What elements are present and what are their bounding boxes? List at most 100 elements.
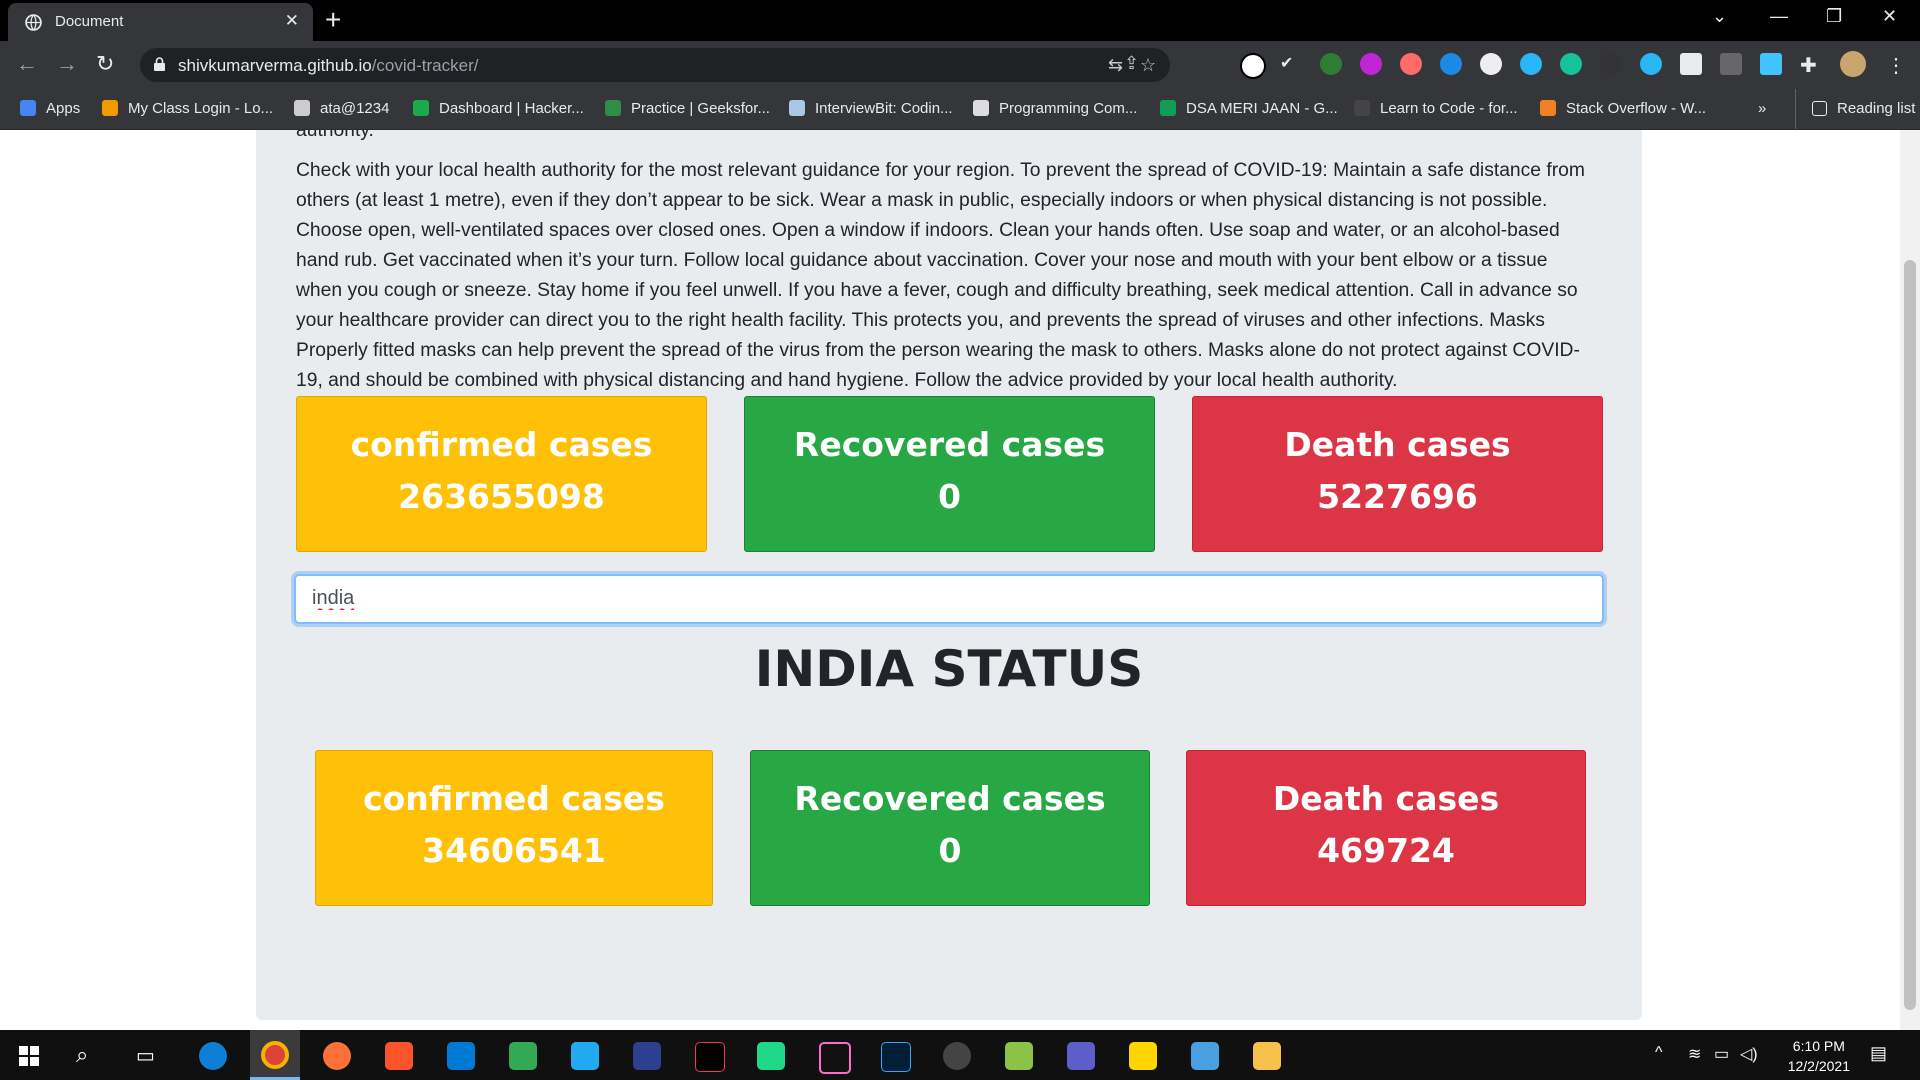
avatar[interactable] [1840,51,1866,77]
terminal-icon[interactable] [819,1042,851,1074]
battery-icon[interactable]: ▭ [1714,1044,1729,1064]
globe-icon [25,14,42,31]
bookmark-icon [294,100,310,116]
url-path: /covid-tracker/ [371,56,479,75]
check-extension-icon[interactable]: ✔ [1280,53,1302,75]
intellij-icon[interactable] [695,1042,725,1072]
photoshop-icon[interactable] [881,1042,911,1072]
bluestacks-icon[interactable] [1005,1042,1033,1070]
sticky-notes-icon[interactable] [1129,1042,1157,1070]
bookmark-item[interactable]: Dashboard | Hacker... [413,89,584,129]
pycharm-icon[interactable] [757,1042,785,1070]
extension-icon[interactable] [1720,53,1742,75]
clock-date: 12/2/2021 [1787,1058,1850,1074]
more-bookmarks-button[interactable]: » [1758,89,1766,129]
bookmark-item[interactable]: My Class Login - Lo... [102,89,273,129]
apps-icon [20,100,36,116]
share-icon[interactable]: ⇪ [1124,53,1139,74]
star-icon[interactable]: ☆ [1140,55,1156,76]
new-tab-button[interactable]: + [325,4,341,36]
lock-icon [154,57,165,71]
bookmark-item[interactable]: Practice | Geeksfor... [605,89,770,129]
reading-list-icon [1812,101,1827,116]
intro-text: authority. [296,130,374,141]
freecodecamp-icon [1354,100,1370,116]
puzzle-icon[interactable]: ✚ [1800,53,1822,77]
extension-icon[interactable] [1360,53,1382,75]
system-clock[interactable]: 6:10 PM 12/2/2021 [1788,1036,1850,1076]
country-search[interactable] [294,574,1604,624]
content-card: authority. Check with your local health … [256,130,1642,1020]
translate-icon[interactable]: ⇆ [1108,55,1123,76]
address-bar[interactable]: shivkumarverma.github.io/covid-tracker/ … [140,48,1170,82]
confirmed-value: 34606541 [422,831,606,870]
confirmed-label: confirmed cases [350,425,653,464]
reload-icon[interactable]: ↻ [96,51,114,77]
back-icon[interactable]: ← [16,51,38,77]
chrome-taskbar-button[interactable] [250,1030,300,1080]
grammarly-icon[interactable] [1560,53,1582,75]
country-search-input[interactable] [310,586,1514,611]
death-value: 5227696 [1317,477,1478,516]
extension-icon[interactable] [1480,53,1502,75]
brave-icon[interactable] [385,1042,413,1070]
volume-icon[interactable]: ◁) [1740,1044,1758,1064]
droplet-extension-icon[interactable] [1640,53,1662,75]
pen-extension-icon[interactable] [1760,53,1782,75]
tree-extension-icon[interactable] [1320,53,1342,75]
bookmark-item[interactable]: ata@1234 [294,89,389,129]
search-icon[interactable]: ⌕ [76,1042,88,1068]
forward-icon[interactable]: → [56,51,78,77]
edge-icon[interactable] [199,1042,227,1070]
country-death-card: Death cases 469724 [1186,750,1586,906]
extension-icon[interactable] [1600,53,1622,75]
minimize-button[interactable]: — [1770,6,1788,27]
tab-close-icon[interactable]: ✕ [285,11,299,31]
tray-chevron-icon[interactable]: ^ [1655,1044,1663,1062]
extension-icon[interactable] [1400,53,1422,75]
bookmark-item[interactable]: DSA MERI JAAN - G... [1160,89,1338,129]
google-drive-icon[interactable] [509,1042,537,1070]
bookmark-item[interactable]: Programming Com... [973,89,1137,129]
stackoverflow-icon [1540,100,1556,116]
dev-cpp-icon[interactable] [633,1042,661,1070]
task-view-icon[interactable]: ▭ [136,1043,155,1068]
tab-strip: Document ✕ + ⌄ — ❐ ✕ [0,0,1920,41]
snowflake-extension-icon[interactable] [1520,53,1542,75]
reading-list-button[interactable]: Reading list [1795,89,1915,129]
scrollbar-thumb[interactable] [1904,260,1916,1010]
tab-search-icon[interactable]: ⌄ [1712,6,1727,27]
death-value: 469724 [1317,831,1455,870]
virtualbox-icon[interactable] [1191,1042,1219,1070]
global-death-card: Death cases 5227696 [1192,396,1603,552]
obs-icon[interactable] [943,1042,971,1070]
bookmark-item[interactable]: Learn to Code - for... [1354,89,1518,129]
mail-icon[interactable] [447,1042,475,1070]
windows-taskbar: ⌕ ▭ ^ ≋ ▭ ◁) 6:10 PM 12/2/2021 ▤ [0,1030,1920,1080]
windows-start-icon[interactable] [19,1046,39,1066]
tab-title: Document [55,13,124,30]
file-explorer-icon[interactable] [1253,1042,1281,1070]
confirmed-value: 263655098 [398,477,605,516]
geeksforgeeks-icon [605,100,621,116]
close-window-button[interactable]: ✕ [1882,6,1897,27]
wifi-icon[interactable]: ≋ [1688,1044,1701,1064]
extension-b-icon[interactable] [1240,53,1266,79]
bookmark-item[interactable]: Stack Overflow - W... [1540,89,1706,129]
menu-icon[interactable]: ⋮ [1886,53,1908,77]
clock-extension-icon[interactable] [1440,53,1462,75]
death-label: Death cases [1284,425,1511,464]
bookmark-item[interactable]: Apps [20,89,80,129]
notifications-icon[interactable]: ▤ [1870,1043,1887,1064]
extension-icon[interactable] [1680,53,1702,75]
page-scrollbar[interactable] [1900,130,1920,1030]
browser-tab[interactable]: Document ✕ [8,3,313,41]
teams-icon[interactable] [1067,1042,1095,1070]
country-status-title: INDIA STATUS [754,640,1144,698]
vscode-icon[interactable] [571,1042,599,1070]
restore-button[interactable]: ❐ [1826,6,1842,27]
firefox-icon[interactable] [323,1042,351,1070]
bookmark-item[interactable]: InterviewBit: Codin... [789,89,953,129]
hackerrank-icon [413,100,429,116]
url-domain: shivkumarverma.github.io [178,56,372,75]
